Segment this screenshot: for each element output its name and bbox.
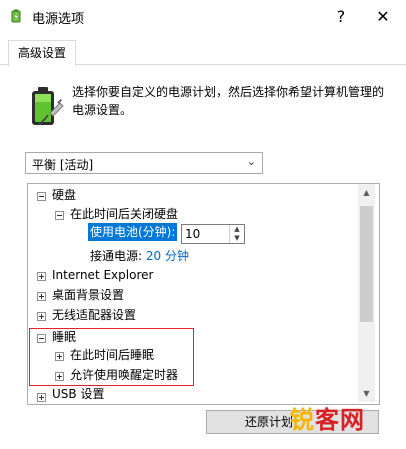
collapse-icon[interactable] [37,334,46,343]
scroll-thumb[interactable] [360,206,373,322]
title-bar: 电源选项 ? ✕ [0,0,406,33]
tree-item-wireless-adapter[interactable]: 无线适配器设置 [52,305,136,325]
power-options-icon [11,9,21,23]
tree-scrollbar[interactable]: ▲ ▼ [358,184,375,402]
stepper-up-icon[interactable]: ▲ [230,225,244,234]
plugged-in-value[interactable]: 20 分钟 [146,249,189,263]
expand-icon[interactable] [37,312,46,321]
battery-plug-icon [32,87,64,126]
scroll-up-icon[interactable]: ▲ [358,184,375,201]
battery-minutes-input[interactable] [185,226,225,242]
tree-item-internet-explorer[interactable]: Internet Explorer [52,265,153,285]
power-plan-select[interactable]: 平衡 [活动] ⌄ [25,152,263,174]
watermark-part2: 客网 [315,406,365,434]
help-button[interactable]: ? [326,6,356,28]
tree-item-desktop-background[interactable]: 桌面背景设置 [52,285,124,305]
window-title: 电源选项 [32,12,85,27]
watermark-part1: 锐 [290,406,315,434]
chevron-down-icon: ⌄ [246,155,256,168]
tree-item-sleep[interactable]: 睡眠 [52,327,76,347]
plan-description: 选择你要自定义的电源计划，然后选择你希望计算机管理的电源设置。 [72,85,385,117]
power-plan-value: 平衡 [活动] [32,158,94,172]
tree-item-hard-disk[interactable]: 硬盘 [52,185,76,205]
stepper-down-icon[interactable]: ▼ [230,234,244,243]
tree-item-sleep-after[interactable]: 在此时间后睡眠 [70,345,154,365]
tree-item-usb[interactable]: USB 设置 [52,386,104,402]
tree-item-plugged-in[interactable]: 接通电源: 20 分钟 [90,246,189,266]
stepper-buttons: ▲ ▼ [229,225,244,243]
tree-item-wake-timers[interactable]: 允许使用唤醒定时器 [70,365,178,385]
collapse-icon[interactable] [37,192,46,201]
plugged-in-label: 接通电源: [90,249,143,263]
expand-icon[interactable] [55,352,64,361]
collapse-icon[interactable] [55,211,64,220]
expand-icon[interactable] [37,393,46,402]
battery-minutes-stepper[interactable]: ▲ ▼ [181,224,245,244]
close-button[interactable]: ✕ [368,6,398,28]
tree-item-on-battery[interactable]: 使用电池(分钟): [88,223,178,241]
expand-icon[interactable] [55,372,64,381]
expand-icon[interactable] [37,292,46,301]
expand-icon[interactable] [37,272,46,281]
tree-item-turn-off-disk[interactable]: 在此时间后关闭硬盘 [70,204,178,224]
site-watermark: 锐客网 [290,400,365,435]
tab-advanced-settings[interactable]: 高级设置 [8,40,76,67]
